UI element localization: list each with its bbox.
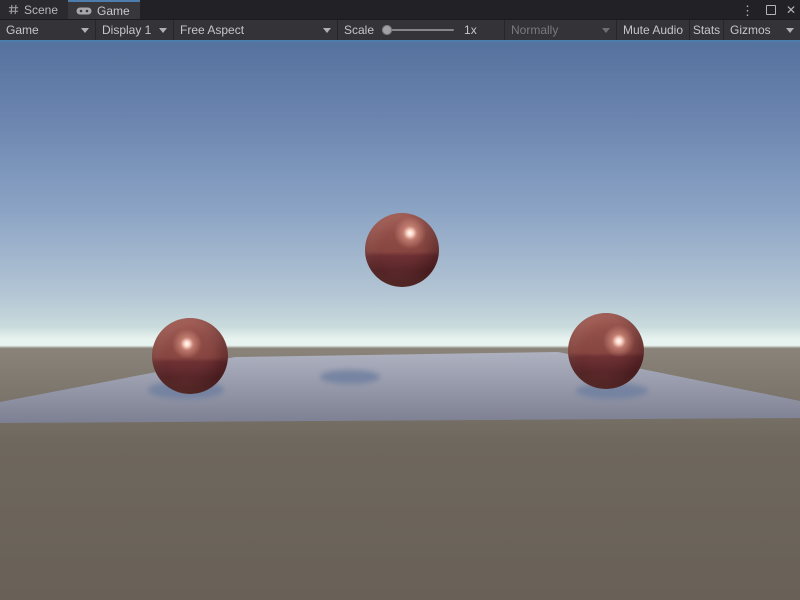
window-controls: ⋮ ✕ — [739, 0, 796, 20]
gizmos-label: Gizmos — [730, 23, 771, 37]
scale-label: Scale — [344, 23, 374, 37]
red-sphere-right — [568, 313, 644, 389]
close-icon[interactable]: ✕ — [786, 4, 796, 16]
sphere-shadow — [320, 370, 380, 384]
slider-knob[interactable] — [382, 25, 392, 35]
display-dropdown[interactable]: Display 1 — [96, 20, 174, 40]
scene-render — [0, 42, 800, 600]
chevron-down-icon — [602, 28, 610, 33]
display-dropdown-label: Display 1 — [102, 23, 151, 37]
mute-audio-button[interactable]: Mute Audio — [617, 20, 690, 40]
game-viewport[interactable] — [0, 42, 800, 600]
grid-icon — [8, 4, 19, 15]
chevron-down-icon — [323, 28, 331, 33]
stats-label: Stats — [693, 23, 720, 37]
scale-value: 1x — [464, 23, 477, 37]
scale-control: Scale 1x — [338, 20, 505, 40]
tab-game[interactable]: Game — [68, 0, 140, 19]
red-sphere-left — [152, 318, 228, 394]
stats-button[interactable]: Stats — [690, 20, 724, 40]
chevron-down-icon — [159, 28, 167, 33]
slider-track[interactable] — [382, 29, 454, 31]
view-dropdown[interactable]: Game — [0, 20, 96, 40]
play-mode-dropdown[interactable]: Normally — [505, 20, 617, 40]
aspect-ratio-label: Free Aspect — [180, 23, 244, 37]
maximize-icon[interactable] — [766, 5, 776, 15]
kebab-menu-icon[interactable]: ⋮ — [739, 4, 756, 17]
red-sphere-middle — [365, 213, 439, 287]
play-mode-label: Normally — [511, 23, 558, 37]
gizmos-dropdown[interactable]: Gizmos — [724, 20, 800, 40]
tab-scene[interactable]: Scene — [0, 0, 68, 19]
game-view-toolbar: Game Display 1 Free Aspect Scale 1x Norm… — [0, 20, 800, 40]
editor-tab-bar: Scene Game ⋮ ✕ — [0, 0, 800, 20]
aspect-ratio-dropdown[interactable]: Free Aspect — [174, 20, 338, 40]
gamepad-icon — [76, 6, 92, 16]
mute-audio-label: Mute Audio — [623, 23, 683, 37]
tab-game-label: Game — [97, 4, 130, 18]
chevron-down-icon — [81, 28, 89, 33]
tab-scene-label: Scene — [24, 3, 58, 17]
scale-slider[interactable] — [382, 24, 454, 36]
ground-plane — [0, 352, 800, 423]
chevron-down-icon — [786, 28, 794, 33]
view-dropdown-label: Game — [6, 23, 39, 37]
